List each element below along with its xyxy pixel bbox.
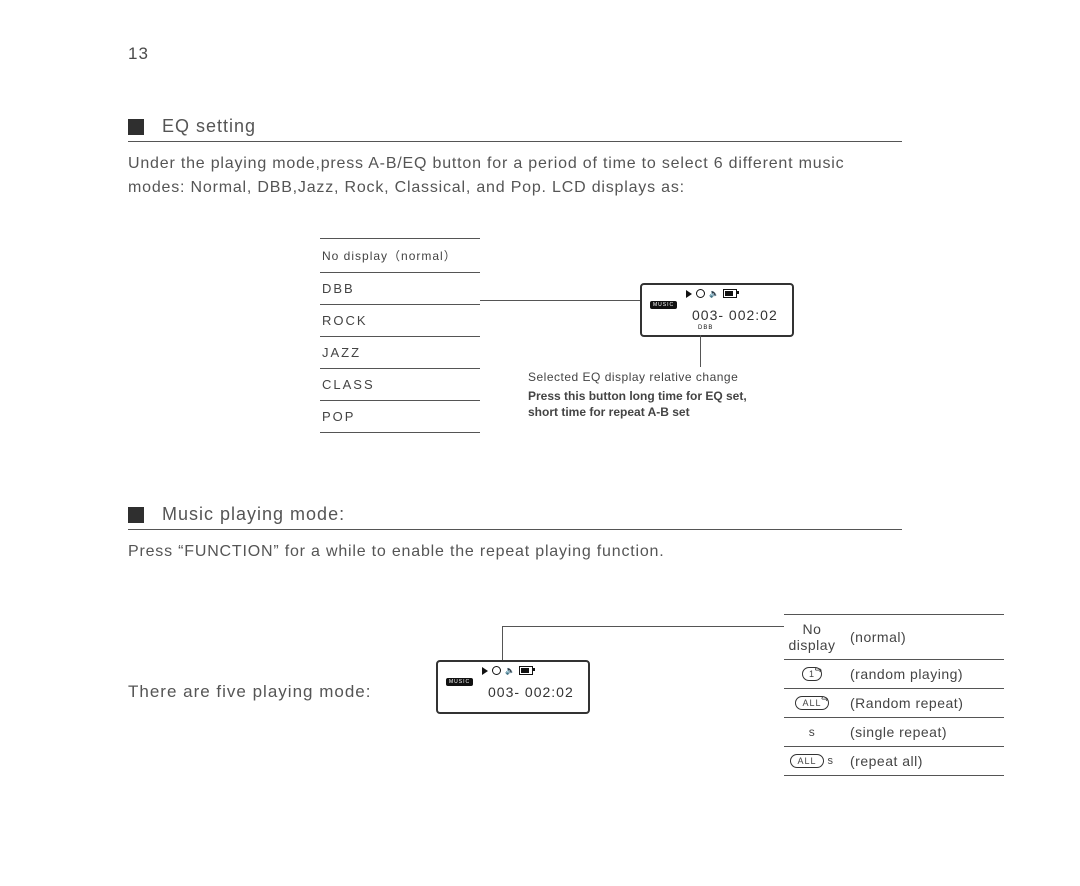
mode-icon-nodisplay: No display xyxy=(784,621,840,653)
lcd-display-music: 🔈 MUSIC 003- 002:02 xyxy=(436,660,590,714)
eq-callout-bold2: short time for repeat A-B set xyxy=(528,404,848,420)
eq-paragraph: Under the playing mode,press A-B/EQ butt… xyxy=(128,152,902,200)
eq-callout-line: Selected EQ display relative change xyxy=(528,370,848,384)
mode-icon-all-oval: ALL↪ xyxy=(784,696,840,710)
mode-desc-normal: normal xyxy=(850,629,906,645)
eq-row-rock: ROCK xyxy=(320,304,480,336)
eq-row-class: CLASS xyxy=(320,368,480,400)
battery-icon xyxy=(723,289,737,298)
lcd-display-eq: 🔈 MUSIC 003- 002:02 DBB xyxy=(640,283,794,337)
mode-row-random-repeat: ALL↪ Random repeat xyxy=(784,688,1004,717)
lcd-status-icons: 🔈 xyxy=(482,666,533,675)
section-title-eq: EQ setting xyxy=(162,116,256,137)
mode-row-nodisplay: No display normal xyxy=(784,614,1004,659)
mode-desc-repeat-all: repeat all xyxy=(850,753,923,769)
mode-row-single-repeat: s single repeat xyxy=(784,717,1004,746)
connector-line xyxy=(700,335,701,367)
section-eq: EQ setting Under the playing mode,press … xyxy=(128,116,902,200)
speaker-icon: 🔈 xyxy=(709,289,719,298)
play-modes-table: No display normal 1↪ random playing ALL↪… xyxy=(784,614,1004,776)
five-modes-text: There are five playing mode: xyxy=(128,682,371,702)
repeat-icon xyxy=(696,289,705,298)
connector-line xyxy=(480,300,640,301)
connector-line xyxy=(502,626,503,660)
eq-callout: Selected EQ display relative change Pres… xyxy=(528,370,848,420)
eq-mode-table: No display（normal） DBB ROCK JAZZ CLASS P… xyxy=(320,238,480,433)
section-rule xyxy=(128,141,902,142)
lcd-dbb-tag: DBB xyxy=(698,325,713,331)
section-music: Music playing mode: Press “FUNCTION” for… xyxy=(128,504,902,564)
music-paragraph: Press “FUNCTION” for a while to enable t… xyxy=(128,540,902,564)
music-badge: MUSIC xyxy=(446,678,473,686)
play-icon xyxy=(686,290,692,298)
manual-page: 13 EQ setting Under the playing mode,pre… xyxy=(0,0,1080,886)
mode-icon-s: s xyxy=(784,725,840,739)
eq-row-pop: POP xyxy=(320,400,480,432)
mode-icon-1-oval: 1↪ xyxy=(784,667,840,681)
eq-row-normal: No display（normal） xyxy=(320,238,480,272)
speaker-icon: 🔈 xyxy=(505,666,515,675)
repeat-icon xyxy=(492,666,501,675)
lcd-status-icons: 🔈 xyxy=(686,289,737,298)
mode-row-repeat-all: ALLs repeat all xyxy=(784,746,1004,776)
mode-desc-single-repeat: single repeat xyxy=(850,724,947,740)
mode-desc-random-playing: random playing xyxy=(850,666,963,682)
play-icon xyxy=(482,667,488,675)
section-rule xyxy=(128,529,902,530)
eq-row-dbb: DBB xyxy=(320,272,480,304)
music-badge: MUSIC xyxy=(650,301,677,309)
page-number: 13 xyxy=(128,44,149,64)
section-title-music: Music playing mode: xyxy=(162,504,345,525)
mode-row-random-playing: 1↪ random playing xyxy=(784,659,1004,688)
bullet-square-icon xyxy=(128,119,144,135)
eq-callout-bold1: Press this button long time for EQ set, xyxy=(528,388,848,404)
battery-icon xyxy=(519,666,533,675)
lcd-readout: 003- 002:02 xyxy=(692,307,778,323)
mode-icon-all-s: ALLs xyxy=(784,754,840,768)
mode-desc-random-repeat: Random repeat xyxy=(850,695,963,711)
connector-line xyxy=(502,626,784,627)
bullet-square-icon xyxy=(128,507,144,523)
eq-row-jazz: JAZZ xyxy=(320,336,480,368)
lcd-readout: 003- 002:02 xyxy=(488,684,574,700)
